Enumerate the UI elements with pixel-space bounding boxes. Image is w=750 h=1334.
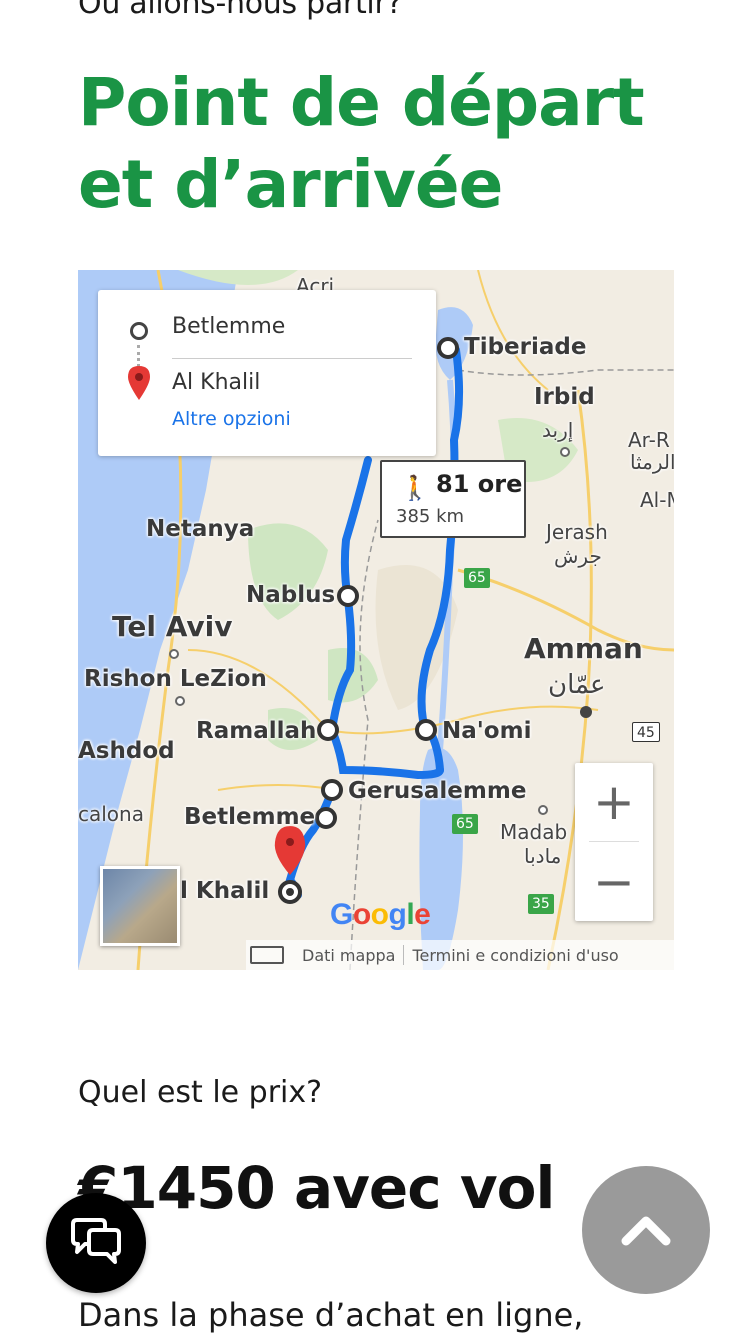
destination-pin-icon [128, 366, 150, 400]
road-shield-35: 35 [528, 894, 554, 914]
place-ascalona: calona [78, 802, 144, 826]
place-irbid-ar: إربد [542, 418, 574, 442]
place-naomi: Na'omi [442, 718, 532, 744]
page-title: Point de départ et d’arrivée [78, 64, 645, 223]
place-madaba-ar: مادبا [524, 844, 562, 868]
place-al-khalil: l Khalil [180, 878, 270, 904]
place-irbid: Irbid [534, 384, 595, 410]
route-time: 81 ore [436, 470, 523, 498]
scroll-to-top-button[interactable] [582, 1166, 710, 1294]
price-eyebrow: Quel est le prix? [78, 1075, 323, 1110]
place-ashdod: Ashdod [78, 738, 175, 764]
place-madaba: Madab [500, 820, 568, 844]
place-amman-ar: عمّان [548, 670, 606, 700]
place-gerusalemme: Gerusalemme [348, 778, 527, 804]
zoom-divider [589, 841, 639, 842]
price-heading: €1450 avec vol [78, 1154, 555, 1222]
road-shield-45: 45 [632, 722, 660, 742]
place-nablus: Nablus [246, 582, 336, 608]
route-map[interactable]: Acri Tiberiade Irbid إربد Ar-R الرمثا Al… [78, 270, 674, 970]
more-options-link[interactable]: Altre opzioni [172, 408, 291, 430]
place-betlemme: Betlemme [184, 804, 316, 830]
eyebrow-where: Où allons-nous partir? [78, 0, 403, 21]
zoom-control: + − [575, 763, 653, 921]
place-tiberiade: Tiberiade [464, 334, 587, 360]
keyboard-icon[interactable] [250, 946, 284, 964]
origin-icon [130, 322, 148, 340]
chat-bubbles-icon [71, 1218, 121, 1264]
terms-link[interactable]: Termini e condizioni d'uso [412, 946, 618, 965]
road-shield-65-south: 65 [452, 814, 478, 834]
chevron-up-icon [621, 1216, 671, 1246]
directions-divider [172, 358, 412, 359]
origin-label[interactable]: Betlemme [172, 314, 285, 339]
google-logo: Google [330, 898, 431, 931]
place-tel-aviv: Tel Aviv [112, 610, 233, 643]
place-jerash-ar: جرش [554, 544, 602, 568]
street-view-thumbnail[interactable] [100, 866, 180, 946]
zoom-out-button[interactable]: − [575, 843, 653, 921]
place-ramallah: Ramallah [196, 718, 317, 744]
route-summary-box[interactable]: 🚶 81 ore 385 km [380, 460, 526, 538]
road-shield-65: 65 [464, 568, 490, 588]
place-ar-r: Ar-R [628, 428, 670, 452]
zoom-in-button[interactable]: + [575, 763, 653, 841]
chat-button[interactable] [46, 1193, 146, 1293]
route-distance: 385 km [396, 506, 465, 527]
map-attribution: Dati mappa Termini e condizioni d'uso [246, 940, 674, 970]
directions-card[interactable]: Betlemme Al Khalil Altre opzioni [98, 290, 436, 456]
map-data-link[interactable]: Dati mappa [302, 946, 395, 965]
place-jerash: Jerash [546, 520, 608, 544]
walking-icon: 🚶 [400, 475, 430, 502]
place-ar-r-ar: الرمثا [630, 450, 674, 474]
place-netanya: Netanya [146, 516, 255, 542]
place-rishon: Rishon LeZion [84, 666, 267, 692]
pricing-body-text: Dans la phase d’achat en ligne, [78, 1296, 584, 1334]
place-al-m: Al-M [640, 488, 674, 512]
attribution-divider [403, 945, 405, 965]
destination-label[interactable]: Al Khalil [172, 370, 260, 395]
place-amman: Amman [524, 632, 643, 665]
